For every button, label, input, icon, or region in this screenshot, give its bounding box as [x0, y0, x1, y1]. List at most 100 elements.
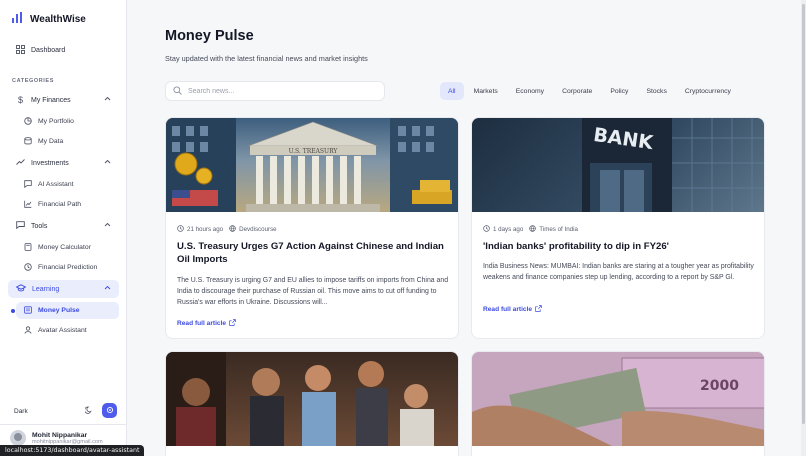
filter-stocks[interactable]: Stocks: [638, 82, 674, 100]
sidebar-group-tools[interactable]: Tools: [8, 217, 119, 235]
theme-label: Dark: [14, 407, 28, 415]
filter-policy[interactable]: Policy: [602, 82, 636, 100]
sidebar-item-label: Money Calculator: [38, 244, 91, 251]
clock-icon: [24, 262, 32, 273]
sidebar-item-label: Dashboard: [31, 46, 66, 54]
filter-tabs: All Markets Economy Corporate Policy Sto…: [440, 82, 741, 100]
filter-economy[interactable]: Economy: [508, 82, 552, 100]
calculator-icon: [24, 242, 32, 253]
globe-icon: [229, 225, 236, 234]
categories-label: CATEGORIES: [12, 78, 54, 84]
sidebar-item-money-pulse[interactable]: Money Pulse: [16, 302, 119, 319]
trending-up-icon: [16, 158, 25, 168]
article-image[interactable]: 2000: [472, 352, 764, 446]
read-more-label: Read full article: [483, 306, 533, 313]
article-excerpt: The U.S. Treasury is urging G7 and EU al…: [177, 277, 449, 306]
sidebar-item-label: Financial Prediction: [38, 264, 98, 271]
read-more-label: Read full article: [177, 320, 227, 327]
grid-icon: [16, 44, 25, 56]
article-title[interactable]: U.S. Treasury Urges G7 Action Against Ch…: [177, 240, 449, 266]
dollar-icon: $: [17, 95, 23, 105]
brand-title: WealthWise: [30, 13, 86, 25]
article-source: Times of India: [539, 226, 578, 233]
article-meta: 1 days ago Times of India: [483, 225, 578, 234]
search-box[interactable]: [165, 81, 385, 101]
globe-icon: [529, 225, 537, 234]
sidebar-item-avatar-assistant[interactable]: Avatar Assistant: [16, 322, 119, 339]
sidebar-group-label: Investments: [31, 159, 69, 167]
article-image[interactable]: U.S. TREASURY: [166, 118, 458, 212]
read-full-article-link[interactable]: Read full article: [483, 305, 542, 314]
graduation-cap-icon: [15, 284, 27, 294]
sidebar-group-label: Learning: [32, 285, 60, 293]
bar-chart-icon: [12, 10, 22, 28]
sidebar-item-my-data[interactable]: My Data: [16, 133, 119, 150]
sidebar-item-dashboard[interactable]: Dashboard: [8, 41, 119, 59]
active-indicator-dot: [11, 309, 15, 313]
sidebar-item-label: My Data: [38, 138, 64, 145]
sidebar-item-label: AI Assistant: [38, 181, 74, 188]
sidebar-divider: [0, 424, 127, 425]
search-icon: [173, 82, 182, 100]
sidebar-item-label: My Portfolio: [38, 118, 74, 125]
sidebar: WealthWise Dashboard CATEGORIES $ My Fin…: [0, 0, 127, 456]
scrollbar[interactable]: [801, 0, 806, 456]
news-card[interactable]: 2000: [471, 351, 765, 456]
search-input[interactable]: [188, 87, 368, 95]
sidebar-group-label: My Finances: [31, 96, 71, 104]
sidebar-item-label: Avatar Assistant: [38, 327, 87, 334]
chevron-up-icon: [104, 158, 111, 167]
sidebar-item-ai-assistant[interactable]: AI Assistant: [16, 176, 119, 193]
news-card[interactable]: U.S. TREASURY 21 hours ago Devdiscourse …: [165, 117, 459, 339]
avatar: [10, 430, 26, 446]
sidebar-group-investments[interactable]: Investments: [8, 154, 119, 172]
article-title[interactable]: 'Indian banks' profitability to dip in F…: [483, 240, 755, 253]
theme-toggle-button[interactable]: [102, 403, 117, 418]
external-link-icon: [535, 305, 542, 314]
page-subtitle: Stay updated with the latest financial n…: [165, 54, 368, 63]
article-source: Devdiscourse: [239, 226, 277, 233]
newspaper-icon: [24, 305, 32, 316]
chat-icon: [16, 221, 25, 231]
clock-icon: [177, 225, 184, 234]
settings-icon: [106, 406, 114, 416]
page-title: Money Pulse: [165, 28, 254, 44]
filter-corporate[interactable]: Corporate: [554, 82, 600, 100]
filter-cryptocurrency[interactable]: Cryptocurrency: [677, 82, 739, 100]
news-card[interactable]: BANK 1 days ago Times of India 'Indian b…: [471, 117, 765, 339]
chevron-up-icon: [104, 284, 111, 293]
sidebar-item-label: Money Pulse: [38, 307, 80, 314]
filter-markets[interactable]: Markets: [466, 82, 506, 100]
user-name: Mohit Nippanikar: [32, 431, 88, 439]
article-image[interactable]: [166, 352, 458, 446]
clock-icon: [483, 225, 490, 234]
chevron-up-icon: [104, 95, 111, 104]
sidebar-group-my-finances[interactable]: $ My Finances: [8, 91, 119, 109]
read-full-article-link[interactable]: Read full article: [177, 319, 236, 328]
message-icon: [24, 179, 32, 190]
sidebar-item-money-calculator[interactable]: Money Calculator: [16, 239, 119, 256]
sidebar-item-my-portfolio[interactable]: My Portfolio: [16, 113, 119, 130]
main-content: Money Pulse Stay updated with the latest…: [127, 0, 806, 456]
article-excerpt: India Business News: MUMBAI: Indian bank…: [483, 263, 754, 281]
article-image[interactable]: BANK: [472, 118, 764, 212]
article-meta: 21 hours ago Devdiscourse: [177, 225, 277, 234]
image-caption-text: U.S. TREASURY: [289, 148, 339, 155]
status-url: localhost:5173/dashboard/avatar-assistan…: [0, 445, 145, 456]
news-card[interactable]: [165, 351, 459, 456]
database-icon: [24, 136, 32, 147]
sidebar-group-learning[interactable]: Learning: [8, 280, 119, 298]
filter-all[interactable]: All: [440, 82, 464, 100]
article-time: 1 days ago: [493, 226, 524, 233]
user-profile[interactable]: Mohit Nippanikar mohitnippanikar@gmail.c…: [10, 430, 103, 446]
sidebar-item-financial-path[interactable]: Financial Path: [16, 196, 119, 213]
scrollbar-thumb[interactable]: [802, 4, 805, 424]
user-email: mohitnippanikar@gmail.com: [32, 438, 103, 445]
sidebar-item-label: Financial Path: [38, 201, 82, 208]
brand[interactable]: WealthWise: [12, 10, 86, 28]
moon-icon[interactable]: [84, 406, 93, 416]
external-link-icon: [229, 319, 236, 328]
chevron-up-icon: [104, 221, 111, 230]
image-caption-text: 2000: [700, 378, 739, 394]
sidebar-item-financial-prediction[interactable]: Financial Prediction: [16, 259, 119, 276]
